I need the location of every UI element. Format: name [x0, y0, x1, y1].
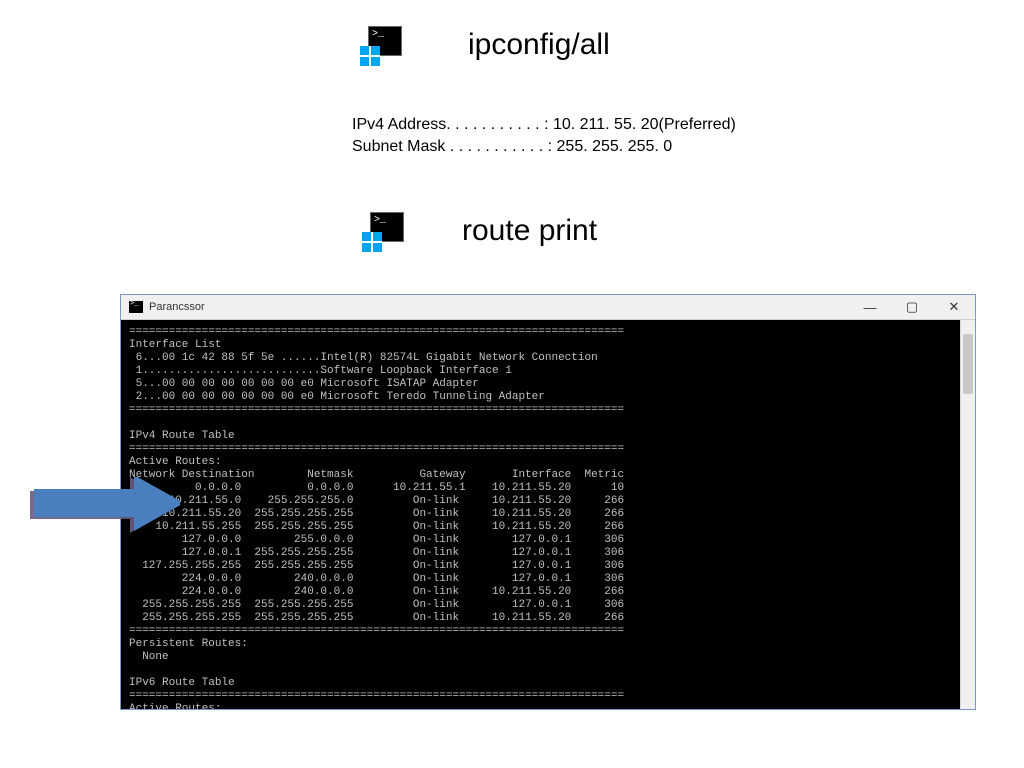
windows-logo-icon [362, 232, 382, 252]
windows-logo-icon [360, 46, 380, 66]
maximize-button[interactable]: ▢ [891, 295, 933, 319]
route-print-output: ========================================… [129, 326, 624, 709]
minimize-button[interactable]: — [849, 295, 891, 319]
ipv4-address-line: IPv4 Address. . . . . . . . . . . : 10. … [352, 114, 736, 136]
cmd-prompt-icon [360, 26, 404, 66]
scrollbar-thumb[interactable] [963, 334, 973, 394]
cmd-prompt-icon [362, 212, 406, 252]
heading-ipconfig: ipconfig/all [468, 28, 610, 62]
command-output: ========================================… [121, 320, 975, 709]
close-button[interactable]: ✕ [933, 295, 975, 319]
heading-route-print: route print [462, 214, 597, 248]
scrollbar[interactable] [960, 320, 975, 709]
window-title: Parancssor [149, 301, 205, 313]
titlebar-cmd-icon [129, 301, 143, 313]
subnet-mask-line: Subnet Mask . . . . . . . . . . . : 255.… [352, 136, 736, 158]
ipconfig-output: IPv4 Address. . . . . . . . . . . : 10. … [352, 114, 736, 158]
window-titlebar: Parancssor — ▢ ✕ [121, 295, 975, 320]
command-prompt-window: Parancssor — ▢ ✕ =======================… [120, 294, 976, 710]
